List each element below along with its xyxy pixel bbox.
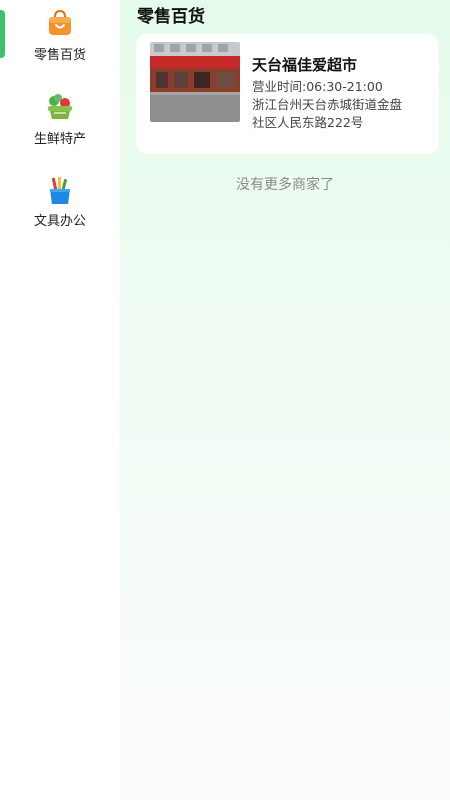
stationery-cup-icon (45, 176, 75, 206)
vegetable-basket-icon (45, 92, 75, 122)
shopping-bag-icon (45, 8, 75, 38)
sidebar-item-label: 文具办公 (33, 214, 86, 229)
store-hours: 营业时间:06:30-21:00 (252, 79, 383, 94)
category-sidebar: 零售百货 生鲜特产 文具办公 (0, 0, 120, 800)
sidebar-item-label: 生鲜特产 (33, 132, 86, 147)
end-of-list-text: 没有更多商家了 (236, 177, 334, 193)
app-root: 零售百货 生鲜特产 文具办公 零售百货 天台福佳爱超市 营业时间:06:30-2… (0, 0, 450, 800)
store-card[interactable]: 天台福佳爱超市 营业时间:06:30-21:00 浙江台州天台赤城街道金盘社区人… (136, 34, 439, 154)
section-title: 零售百货 (137, 7, 205, 27)
sidebar-item-retail[interactable]: 零售百货 (0, 0, 120, 80)
sidebar-item-label: 零售百货 (33, 48, 86, 63)
store-name: 天台福佳爱超市 (252, 56, 358, 74)
sidebar-item-fresh[interactable]: 生鲜特产 (0, 86, 120, 166)
store-photo (150, 42, 240, 122)
sidebar-item-stationery[interactable]: 文具办公 (0, 170, 120, 250)
store-list-panel: 零售百货 天台福佳爱超市 营业时间:06:30-21:00 浙江台州天台赤城街道… (120, 0, 450, 800)
store-address: 浙江台州天台赤城街道金盘社区人民东路222号 (252, 97, 403, 130)
